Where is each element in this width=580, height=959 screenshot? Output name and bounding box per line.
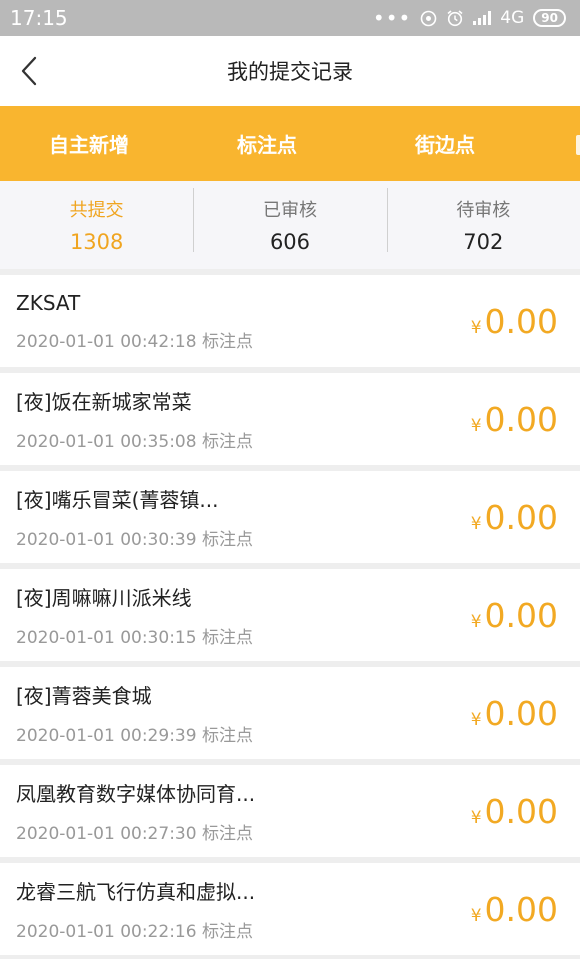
alarm-icon [447, 10, 463, 27]
record-meta: 2020-01-01 00:35:08 标注点 [16, 427, 253, 452]
stat-total[interactable]: 共提交 1308 [0, 196, 193, 254]
network-type: 4G [500, 8, 525, 28]
tab-self-added[interactable]: 自主新增 [0, 129, 178, 158]
amount-value: 0.00 [484, 889, 558, 929]
tab-street-point[interactable]: 街边点 [356, 129, 534, 158]
record-type: 标注点 [201, 432, 253, 452]
tab-overflow-indicator [576, 135, 580, 155]
record-amount: ¥0.00 [471, 400, 558, 439]
signal-icon [473, 11, 492, 25]
record-datetime: 2020-01-01 00:29:39 [16, 726, 197, 746]
stat-label: 已审核 [262, 200, 317, 221]
record-row[interactable]: ZKSAT 2020-01-01 00:42:18 标注点 ¥0.00 [0, 275, 580, 367]
record-row[interactable]: [夜]嘴乐冒菜(菁蓉镇... 2020-01-01 00:30:39 标注点 ¥… [0, 471, 580, 563]
record-type: 标注点 [201, 331, 253, 352]
stat-value: 606 [269, 230, 311, 254]
status-bar: 17:15 ••• 4G 90 [0, 0, 580, 36]
more-dots-icon: ••• [372, 6, 412, 30]
record-row[interactable]: [夜]饭在新城家常菜 2020-01-01 00:35:08 标注点 ¥0.00 [0, 373, 580, 465]
category-tabs: 自主新增 标注点 街边点 [0, 106, 580, 181]
currency-symbol: ¥ [470, 415, 482, 436]
currency-symbol: ¥ [470, 905, 482, 926]
amount-value: 0.00 [484, 693, 558, 733]
stat-value: 702 [463, 230, 504, 254]
record-meta: 2020-01-01 00:22:16 标注点 [16, 917, 255, 942]
record-type: 标注点 [201, 726, 253, 746]
record-name: [夜]周嘛嘛川派米线 [16, 586, 192, 610]
amount-value: 0.00 [484, 497, 558, 537]
record-amount: ¥0.00 [471, 596, 558, 635]
record-datetime: 2020-01-01 00:30:15 [16, 628, 197, 648]
record-meta: 2020-01-01 00:27:30 标注点 [16, 819, 255, 844]
record-row[interactable]: [夜]菁蓉美食城 2020-01-01 00:29:39 标注点 ¥0.00 [0, 667, 580, 759]
record-type: 标注点 [201, 824, 253, 844]
currency-symbol: ¥ [470, 807, 482, 828]
hotspot-icon [420, 10, 437, 26]
stat-value: 1308 [69, 230, 124, 254]
amount-value: 0.00 [484, 791, 558, 831]
record-datetime: 2020-01-01 00:35:08 [16, 432, 197, 452]
stat-pending[interactable]: 待审核 702 [386, 188, 580, 254]
record-list: ZKSAT 2020-01-01 00:42:18 标注点 ¥0.00 [夜]饭… [0, 275, 580, 955]
status-time: 17:15 [10, 6, 68, 30]
stat-label: 待审核 [456, 200, 511, 221]
tab-annotation-point[interactable]: 标注点 [178, 129, 356, 158]
record-type: 标注点 [201, 530, 253, 550]
record-amount: ¥0.00 [471, 890, 558, 929]
record-name: [夜]饭在新城家常菜 [16, 390, 192, 414]
record-datetime: 2020-01-01 00:42:18 [16, 331, 197, 352]
record-name: ZKSAT [16, 290, 81, 315]
record-type: 标注点 [201, 628, 253, 648]
record-meta: 2020-01-01 00:30:15 标注点 [16, 623, 253, 648]
record-amount: ¥0.00 [471, 498, 558, 537]
currency-symbol: ¥ [470, 611, 482, 632]
currency-symbol: ¥ [470, 513, 482, 534]
record-row[interactable]: 凤凰教育数字媒体协同育... 2020-01-01 00:27:30 标注点 ¥… [0, 765, 580, 857]
record-datetime: 2020-01-01 00:27:30 [16, 824, 197, 844]
page-title: 我的提交记录 [227, 60, 353, 84]
record-meta: 2020-01-01 00:30:39 标注点 [16, 525, 253, 550]
stat-label: 共提交 [69, 200, 124, 221]
stat-reviewed[interactable]: 已审核 606 [193, 188, 386, 254]
amount-value: 0.00 [484, 595, 558, 635]
record-name: [夜]菁蓉美食城 [16, 684, 152, 708]
record-type: 标注点 [201, 922, 253, 942]
record-datetime: 2020-01-01 00:30:39 [16, 530, 197, 550]
record-amount: ¥0.00 [471, 302, 558, 341]
record-name: 龙睿三航飞行仿真和虚拟... [16, 880, 256, 904]
record-amount: ¥0.00 [471, 792, 558, 831]
battery-icon: 90 [533, 9, 566, 27]
record-row[interactable]: [夜]周嘛嘛川派米线 2020-01-01 00:30:15 标注点 ¥0.00 [0, 569, 580, 661]
record-name: [夜]嘴乐冒菜(菁蓉镇... [16, 488, 219, 512]
amount-value: 0.00 [484, 301, 558, 341]
record-meta: 2020-01-01 00:42:18 标注点 [16, 327, 253, 352]
record-amount: ¥0.00 [471, 694, 558, 733]
status-icons: ••• 4G 90 [373, 8, 566, 28]
amount-value: 0.00 [484, 399, 558, 439]
record-datetime: 2020-01-01 00:22:16 [16, 922, 197, 942]
record-name: 凤凰教育数字媒体协同育... [16, 782, 256, 806]
record-meta: 2020-01-01 00:29:39 标注点 [16, 721, 253, 746]
currency-symbol: ¥ [470, 317, 482, 338]
stats-bar: 共提交 1308 已审核 606 待审核 702 [0, 181, 580, 269]
record-row[interactable]: 龙睿三航飞行仿真和虚拟... 2020-01-01 00:22:16 标注点 ¥… [0, 863, 580, 955]
currency-symbol: ¥ [470, 709, 482, 730]
back-arrow-icon[interactable] [18, 56, 42, 86]
title-bar: 我的提交记录 [0, 36, 580, 106]
